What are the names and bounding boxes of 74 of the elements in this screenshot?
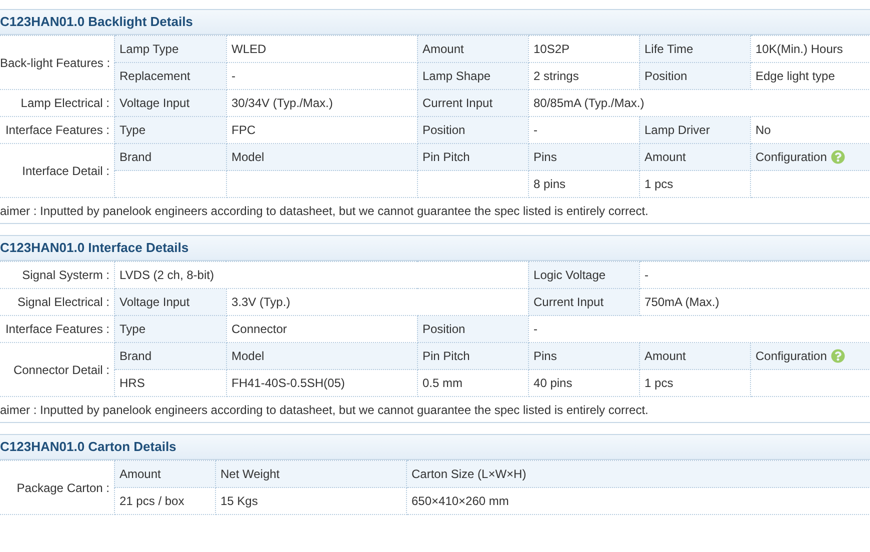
disclaimer-text: aimer : Inputted by panelook engineers according to datasheet, but we cannot guarantee the spec listed is entirely correct. <box>0 402 648 418</box>
row-label: Interface Features : <box>5 322 110 336</box>
field-label: Current Input <box>422 95 493 112</box>
field-label: Life Time <box>644 41 694 58</box>
field-value: 30/34V (Typ./Max.) <box>232 95 333 112</box>
field-label: Configuration <box>756 149 827 166</box>
field-value: - <box>534 122 538 139</box>
field-value: - <box>534 321 538 338</box>
field-label: Model <box>232 348 264 365</box>
row-label: Signal Electrical : <box>17 295 110 309</box>
row-label: Interface Detail : <box>22 164 110 178</box>
field-label: Pins <box>534 149 557 166</box>
field-value: 3.3V (Typ.) <box>232 294 290 311</box>
field-value: 0.5 mm <box>422 375 463 392</box>
field-value: Edge light type <box>756 68 835 85</box>
field-value: LVDS (2 ch, 8-bit) <box>120 267 214 284</box>
field-label: Voltage Input <box>120 95 190 112</box>
disclaimer-text: aimer : Inputted by panelook engineers according to datasheet, but we cannot guarantee the spec listed is entirely correct. <box>0 202 648 220</box>
help-icon[interactable] <box>830 150 845 164</box>
row-label: Lamp Electrical : <box>20 96 110 110</box>
field-label: Amount <box>422 41 464 58</box>
field-value: 15 Kgs <box>220 493 258 510</box>
row-label: Connector Detail : <box>13 362 110 376</box>
field-label: Net Weight <box>220 466 280 483</box>
field-label: Lamp Driver <box>644 122 710 139</box>
section-title: C123HAN01.0 Interface Details <box>0 239 189 258</box>
row-label: Signal Systerm : <box>22 268 110 282</box>
row-label: Interface Features : <box>5 123 110 137</box>
field-label: Type <box>120 321 146 338</box>
field-label: Pins <box>534 348 557 365</box>
field-value: 1 pcs <box>644 375 674 392</box>
field-label: Brand <box>120 348 152 365</box>
field-value: - <box>232 68 236 85</box>
field-label: Replacement <box>120 68 190 85</box>
field-value: - <box>644 267 649 284</box>
help-icon[interactable] <box>830 349 845 363</box>
field-value: 750mA (Max.) <box>644 294 720 311</box>
section-title: C123HAN01.0 Backlight Details <box>0 13 193 32</box>
field-value: 40 pins <box>534 375 572 392</box>
field-value: WLED <box>232 41 266 58</box>
field-value: No <box>756 122 771 139</box>
field-label: Position <box>422 321 466 338</box>
field-label: Amount <box>644 149 686 166</box>
field-label: Lamp Type <box>120 41 179 58</box>
field-label: Pin Pitch <box>422 348 470 365</box>
field-value: 10S2P <box>534 41 570 58</box>
field-label: Model <box>232 149 264 166</box>
field-value: 80/85mA (Typ./Max.) <box>534 95 644 112</box>
field-value: 8 pins <box>534 176 566 193</box>
field-value: Connector <box>232 321 287 338</box>
field-label: Pin Pitch <box>422 149 470 166</box>
row-label: Back-light Features : <box>0 56 110 70</box>
field-label: Configuration <box>756 348 827 365</box>
field-value: 1 pcs <box>644 176 674 193</box>
field-label: Position <box>644 68 688 85</box>
field-label: Type <box>120 122 146 139</box>
row-label: Package Carton : <box>16 480 110 494</box>
section-title: C123HAN01.0 Carton Details <box>0 438 176 456</box>
field-label: Amount <box>120 466 161 483</box>
field-value: 2 strings <box>534 68 579 85</box>
field-label: Brand <box>120 149 152 166</box>
field-value: FH41-40S-0.5SH(05) <box>232 375 345 392</box>
field-label: Voltage Input <box>120 294 190 311</box>
field-label: Logic Voltage <box>534 267 606 284</box>
field-label: Amount <box>644 348 686 365</box>
field-label: Carton Size (L×W×H) <box>412 466 526 483</box>
field-value: 650×410×260 mm <box>412 493 509 510</box>
field-value: 10K(Min.) Hours <box>756 41 843 58</box>
field-value: FPC <box>232 122 256 139</box>
field-label: Position <box>422 122 466 139</box>
field-value: 21 pcs / box <box>120 493 184 510</box>
field-label: Current Input <box>534 294 604 311</box>
field-value: HRS <box>120 375 145 392</box>
field-label: Lamp Shape <box>422 68 491 85</box>
